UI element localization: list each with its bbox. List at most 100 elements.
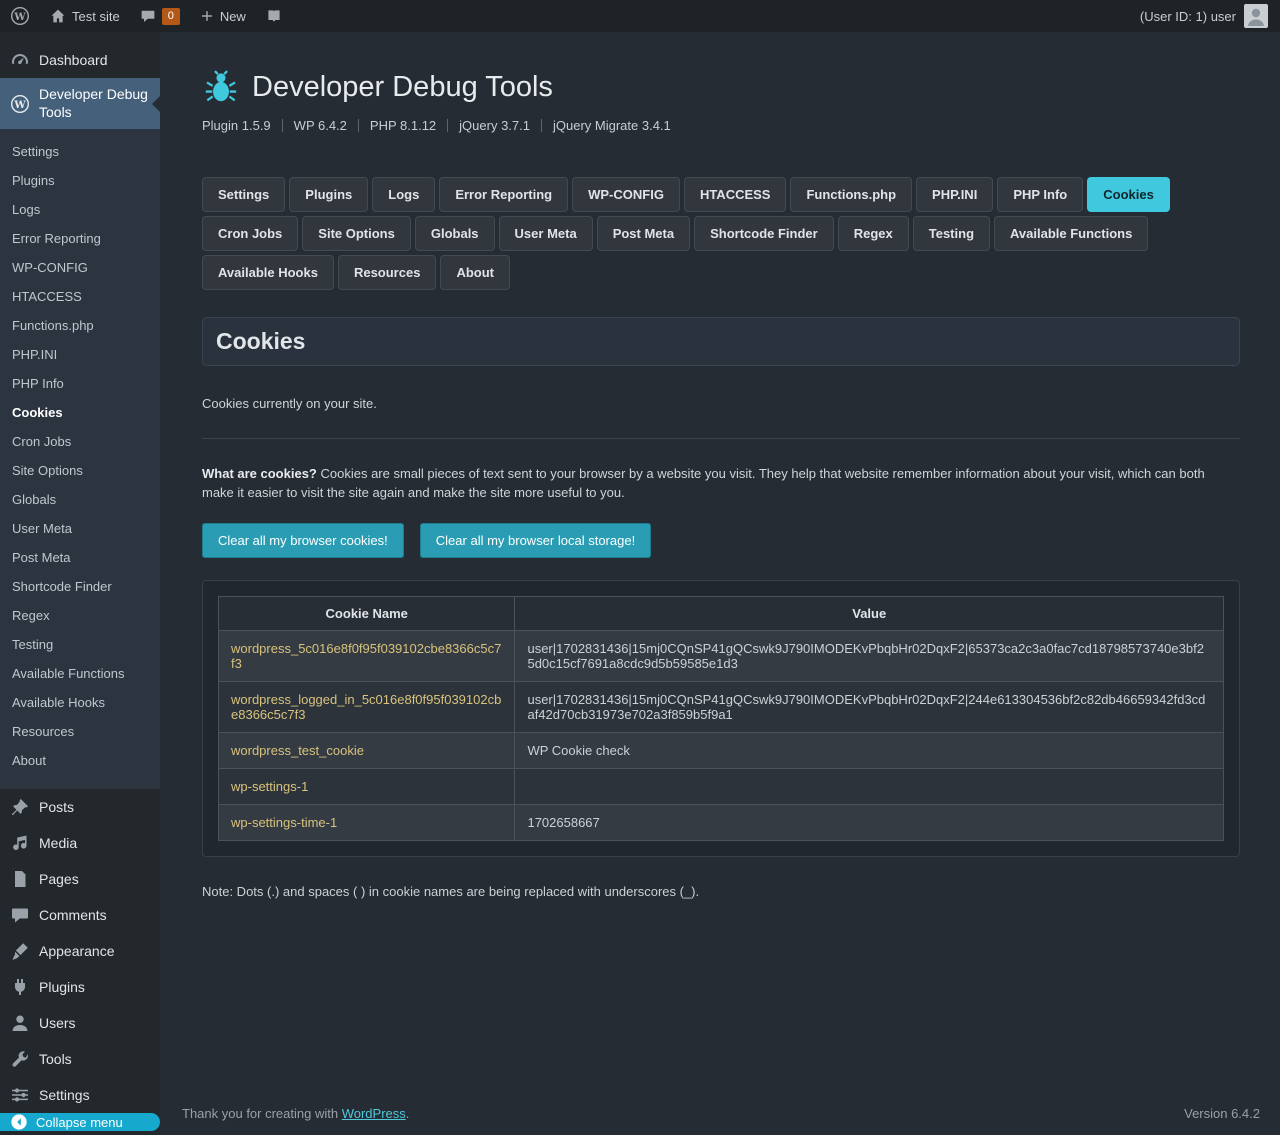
comments-count-badge: 0 [162, 8, 180, 25]
tab-globals[interactable]: Globals [415, 216, 495, 251]
submenu-about[interactable]: About [0, 746, 160, 775]
plugin-version: Plugin 1.5.9 [202, 118, 271, 133]
menu-developer-debug-tools[interactable]: W Developer Debug Tools [0, 78, 160, 129]
cookie-name-cell: wordpress_logged_in_5c016e8f0f95f039102c… [219, 681, 515, 732]
plugin-submenu: Settings Plugins Logs Error Reporting WP… [0, 129, 160, 789]
book-icon [266, 8, 282, 24]
cookies-info-lead: What are cookies? [202, 466, 317, 481]
tab-available-hooks[interactable]: Available Hooks [202, 255, 334, 290]
cookie-value-cell: user|1702831436|15mj0CQnSP41gQCswk9J790I… [515, 630, 1224, 681]
submenu-available-hooks[interactable]: Available Hooks [0, 688, 160, 717]
tab-available-functions[interactable]: Available Functions [994, 216, 1148, 251]
menu-settings[interactable]: Settings [0, 1077, 160, 1113]
submenu-user-meta[interactable]: User Meta [0, 514, 160, 543]
submenu-site-options[interactable]: Site Options [0, 456, 160, 485]
jquery-version: jQuery 3.7.1 [459, 118, 530, 133]
footer-thanks-suffix: . [406, 1106, 410, 1121]
tab-settings[interactable]: Settings [202, 177, 285, 212]
submenu-cron-jobs[interactable]: Cron Jobs [0, 427, 160, 456]
submenu-testing[interactable]: Testing [0, 630, 160, 659]
new-content-link[interactable]: New [190, 0, 256, 32]
menu-label: Pages [39, 871, 79, 887]
cookies-note: Note: Dots (.) and spaces ( ) in cookie … [202, 884, 1240, 899]
user-info-label: (User ID: 1) user [1140, 9, 1236, 24]
menu-comments[interactable]: Comments [0, 897, 160, 933]
submenu-logs[interactable]: Logs [0, 195, 160, 224]
home-icon [50, 8, 66, 24]
submenu-regex[interactable]: Regex [0, 601, 160, 630]
menu-media[interactable]: Media [0, 825, 160, 861]
submenu-functions-php[interactable]: Functions.php [0, 311, 160, 340]
tab-htaccess[interactable]: HTACCESS [684, 177, 787, 212]
document-icon [10, 869, 30, 889]
tab-post-meta[interactable]: Post Meta [597, 216, 690, 251]
tab-shortcode-finder[interactable]: Shortcode Finder [694, 216, 834, 251]
menu-posts[interactable]: Posts [0, 789, 160, 825]
submenu-error-reporting[interactable]: Error Reporting [0, 224, 160, 253]
svg-text:W: W [13, 100, 26, 111]
clear-cookies-button[interactable]: Clear all my browser cookies! [202, 523, 404, 558]
submenu-shortcode-finder[interactable]: Shortcode Finder [0, 572, 160, 601]
user-account-menu[interactable]: (User ID: 1) user [1128, 0, 1280, 32]
section-header-panel: Cookies [202, 317, 1240, 366]
table-row: wordpress_logged_in_5c016e8f0f95f039102c… [219, 681, 1224, 732]
tab-wp-config[interactable]: WP-CONFIG [572, 177, 680, 212]
plug-icon [10, 977, 30, 997]
php-version: PHP 8.1.12 [370, 118, 436, 133]
collapse-menu-button[interactable]: Collapse menu [0, 1113, 160, 1131]
menu-pages[interactable]: Pages [0, 861, 160, 897]
submenu-settings[interactable]: Settings [0, 137, 160, 166]
section-title: Cookies [216, 328, 1226, 355]
submenu-htaccess[interactable]: HTACCESS [0, 282, 160, 311]
tab-site-options[interactable]: Site Options [302, 216, 411, 251]
submenu-post-meta[interactable]: Post Meta [0, 543, 160, 572]
tab-testing[interactable]: Testing [913, 216, 990, 251]
tab-resources[interactable]: Resources [338, 255, 436, 290]
tab-cookies[interactable]: Cookies [1087, 177, 1170, 212]
tab-functions-php[interactable]: Functions.php [790, 177, 912, 212]
svg-text:W: W [13, 12, 26, 23]
cookie-name-cell: wp-settings-time-1 [219, 804, 515, 840]
footer-thanks: Thank you for creating with WordPress. [182, 1106, 409, 1121]
clear-local-storage-button[interactable]: Clear all my browser local storage! [420, 523, 651, 558]
wordpress-link[interactable]: WordPress [342, 1106, 406, 1121]
comments-bar-link[interactable]: 0 [130, 0, 190, 32]
submenu-php-ini[interactable]: PHP.INI [0, 340, 160, 369]
menu-plugins[interactable]: Plugins [0, 969, 160, 1005]
submenu-resources[interactable]: Resources [0, 717, 160, 746]
wp-version: WP 6.4.2 [294, 118, 347, 133]
admin-sidebar: Dashboard W Developer Debug Tools Settin… [0, 32, 160, 1135]
submenu-php-info[interactable]: PHP Info [0, 369, 160, 398]
menu-dashboard[interactable]: Dashboard [0, 42, 160, 78]
tab-error-reporting[interactable]: Error Reporting [439, 177, 568, 212]
tab-about[interactable]: About [440, 255, 510, 290]
menu-appearance[interactable]: Appearance [0, 933, 160, 969]
comment-bubble-icon [140, 8, 156, 24]
menu-label: Media [39, 835, 77, 851]
submenu-available-functions[interactable]: Available Functions [0, 659, 160, 688]
column-header-value: Value [515, 596, 1224, 630]
tab-regex[interactable]: Regex [838, 216, 909, 251]
menu-users[interactable]: Users [0, 1005, 160, 1041]
cookie-name-cell: wordpress_test_cookie [219, 732, 515, 768]
tab-php-ini[interactable]: PHP.INI [916, 177, 993, 212]
pushpin-icon [10, 797, 30, 817]
submenu-plugins[interactable]: Plugins [0, 166, 160, 195]
tab-logs[interactable]: Logs [372, 177, 435, 212]
plugin-bar-item[interactable] [256, 0, 292, 32]
page-footer: Thank you for creating with WordPress. V… [160, 1090, 1280, 1135]
tab-plugins[interactable]: Plugins [289, 177, 368, 212]
tab-php-info[interactable]: PHP Info [997, 177, 1083, 212]
site-name-link[interactable]: Test site [40, 0, 130, 32]
dashboard-icon [10, 50, 30, 70]
submenu-cookies[interactable]: Cookies [0, 398, 160, 427]
tab-cron-jobs[interactable]: Cron Jobs [202, 216, 298, 251]
section-subtitle: Cookies currently on your site. [202, 396, 1240, 411]
menu-tools[interactable]: Tools [0, 1041, 160, 1077]
table-header-row: Cookie Name Value [219, 596, 1224, 630]
wordpress-logo-menu[interactable]: W [0, 0, 40, 32]
tab-user-meta[interactable]: User Meta [499, 216, 593, 251]
submenu-globals[interactable]: Globals [0, 485, 160, 514]
submenu-wp-config[interactable]: WP-CONFIG [0, 253, 160, 282]
wrench-icon [10, 1049, 30, 1069]
